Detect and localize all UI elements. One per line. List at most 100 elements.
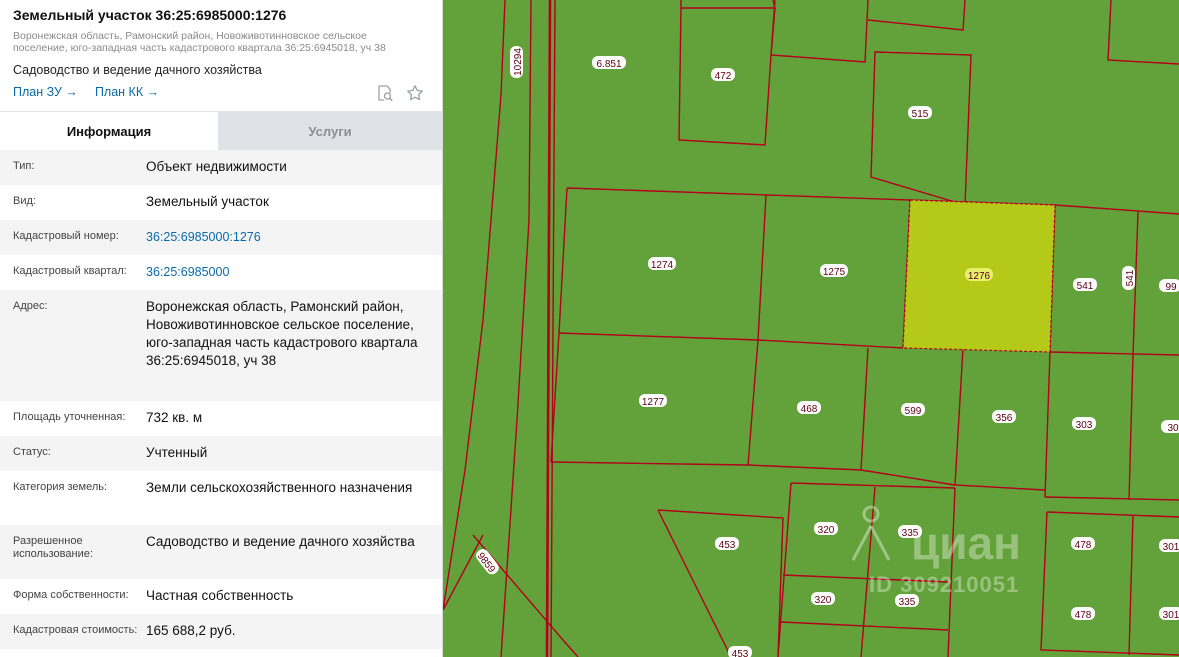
panel-header: Земельный участок 36:25:6985000:1276 Вор… xyxy=(0,0,442,111)
plan-links: План ЗУ → План КК → xyxy=(13,85,159,99)
parcel-label-text: 453 xyxy=(732,649,749,657)
info-label: Тип: xyxy=(13,160,35,172)
parcel-label-text: 30 xyxy=(1167,423,1179,434)
watermark-id: ID 309210051 xyxy=(869,572,1020,597)
info-panel: Земельный участок 36:25:6985000:1276 Вор… xyxy=(0,0,443,657)
info-value: Частная собственность xyxy=(146,588,294,603)
parcel-label-text: 453 xyxy=(719,540,736,551)
parcel-label-text: 303 xyxy=(1076,420,1093,431)
info-label: Статус: xyxy=(13,446,51,458)
parcel-label: 320 xyxy=(811,592,835,606)
parcel-label: 356 xyxy=(992,410,1016,424)
parcel-label: 453 xyxy=(728,646,752,657)
road-label-text: 10294 xyxy=(513,48,524,76)
info-row: Площадь уточненная: 732 кв. м xyxy=(0,401,442,436)
parcel-label: 599 xyxy=(901,403,925,417)
parcel-label: 301 xyxy=(1159,607,1179,621)
parcel-label-text: 541 xyxy=(1125,269,1136,286)
map-canvas[interactable]: 1274 1275 1276 541 99 1277 468 599 356 3… xyxy=(443,0,1179,657)
parcel-label: 478 xyxy=(1071,537,1095,551)
parcel-label-text: 301 xyxy=(1163,610,1179,621)
quarter-area-text: 6.851 xyxy=(596,59,621,70)
info-row: Статус: Учтенный xyxy=(0,436,442,471)
parcel-label: 478 xyxy=(1071,607,1095,621)
parcel-label: 303 xyxy=(1072,417,1096,431)
parcel-label-text: 478 xyxy=(1075,540,1092,551)
parcel-label-text: 1274 xyxy=(651,260,674,271)
info-row: Адрес: Воронежская область, Рамонский ра… xyxy=(0,290,442,401)
header-actions xyxy=(376,84,424,102)
info-label: Кадастровая стоимость: xyxy=(13,624,138,636)
info-value: Земли сельскохозяйственного назначения xyxy=(146,480,413,495)
info-table: Тип: Объект недвижимости Вид: Земельный … xyxy=(0,150,442,649)
parcel-label-text: 478 xyxy=(1075,610,1092,621)
parcel-label: 301 xyxy=(1159,539,1179,553)
info-row: Кадастровый квартал: 36:25:6985000 xyxy=(0,255,442,290)
info-label: Форма собственности: xyxy=(13,589,129,601)
cadastral-quarter-link[interactable]: 36:25:6985000 xyxy=(146,255,442,290)
cadastral-map[interactable]: 1274 1275 1276 541 99 1277 468 599 356 3… xyxy=(443,0,1179,657)
quarter-area-label: 6.851 xyxy=(592,56,626,70)
info-row: Кадастровый номер: 36:25:6985000:1276 xyxy=(0,220,442,255)
parcel-label-text: 301 xyxy=(1163,542,1179,553)
info-value: 732 кв. м xyxy=(146,410,203,425)
parcel-label: 99 xyxy=(1159,279,1179,293)
parcel-label: 453 xyxy=(715,537,739,551)
parcel-label-text: 1277 xyxy=(642,397,665,408)
info-row: Форма собственности: Частная собственнос… xyxy=(0,579,442,614)
parcel-label-text: 320 xyxy=(818,525,835,536)
info-label: Кадастровый номер: xyxy=(13,230,119,242)
parcel-label-text: 468 xyxy=(801,404,818,415)
info-value: Учтенный xyxy=(146,445,208,460)
info-label: Вид: xyxy=(13,195,36,207)
parcel-label-text: 515 xyxy=(912,109,929,120)
plan-zu-link[interactable]: План ЗУ → xyxy=(13,85,78,99)
tab-information[interactable]: Информация xyxy=(0,112,218,150)
watermark-brand: циан xyxy=(911,517,1021,569)
parcel-label: 1277 xyxy=(639,394,667,408)
parcel-label: 541 xyxy=(1122,266,1136,290)
info-label: Площадь уточненная: xyxy=(13,411,126,423)
info-value: Земельный участок xyxy=(146,194,269,209)
parcel-label-text: 472 xyxy=(715,71,732,82)
parcel-label-text: 320 xyxy=(815,595,832,606)
parcel-label-text: 356 xyxy=(996,413,1013,424)
parcel-label-text: 335 xyxy=(899,597,916,608)
info-label: Адрес: xyxy=(13,300,48,312)
cadastral-number-link[interactable]: 36:25:6985000:1276 xyxy=(146,220,442,255)
parcel-label: 1274 xyxy=(648,257,676,271)
info-value: Воронежская область, Рамонский район, Но… xyxy=(146,299,418,368)
star-icon[interactable] xyxy=(406,84,424,102)
parcel-title: Земельный участок 36:25:6985000:1276 xyxy=(13,7,287,23)
parcel-label: 541 xyxy=(1073,278,1097,292)
parcel-label-text: 1276 xyxy=(968,271,991,282)
panel-tabs: Информация Услуги xyxy=(0,111,442,150)
info-value: Садоводство и ведение дачного хозяйства xyxy=(146,534,415,549)
parcel-label: 468 xyxy=(797,401,821,415)
parcel-label-text: 1275 xyxy=(823,267,846,278)
parcel-label-selected: 1276 xyxy=(965,268,993,282)
info-value: Объект недвижимости xyxy=(146,159,287,174)
search-document-icon[interactable] xyxy=(376,84,394,102)
info-row: Вид: Земельный участок xyxy=(0,185,442,220)
info-row: Разрешенное использование: Садоводство и… xyxy=(0,525,442,579)
parcel-label-text: 99 xyxy=(1165,282,1177,293)
road-label: 10294 xyxy=(510,46,524,78)
info-row: Категория земель: Земли сельскохозяйстве… xyxy=(0,471,442,525)
parcel-label: 515 xyxy=(908,106,932,120)
parcel-label: 1275 xyxy=(820,264,848,278)
info-row: Тип: Объект недвижимости xyxy=(0,150,442,185)
tab-services[interactable]: Услуги xyxy=(218,112,442,150)
parcel-label-text: 599 xyxy=(905,406,922,417)
info-row: Кадастровая стоимость: 165 688,2 руб. xyxy=(0,614,442,649)
parcel-purpose: Садоводство и ведение дачного хозяйства xyxy=(13,63,262,77)
parcel-address: Воронежская область, Рамонский район, Но… xyxy=(13,30,386,54)
info-label: Категория земель: xyxy=(13,481,108,493)
info-value: 165 688,2 руб. xyxy=(146,623,236,638)
plan-kk-link[interactable]: План КК → xyxy=(95,85,159,99)
info-label: Разрешенное использование: xyxy=(13,535,93,560)
parcel-label-text: 541 xyxy=(1077,281,1094,292)
parcel-label: 320 xyxy=(814,522,838,536)
info-label: Кадастровый квартал: xyxy=(13,265,127,277)
parcel-label: 30 xyxy=(1161,420,1179,434)
